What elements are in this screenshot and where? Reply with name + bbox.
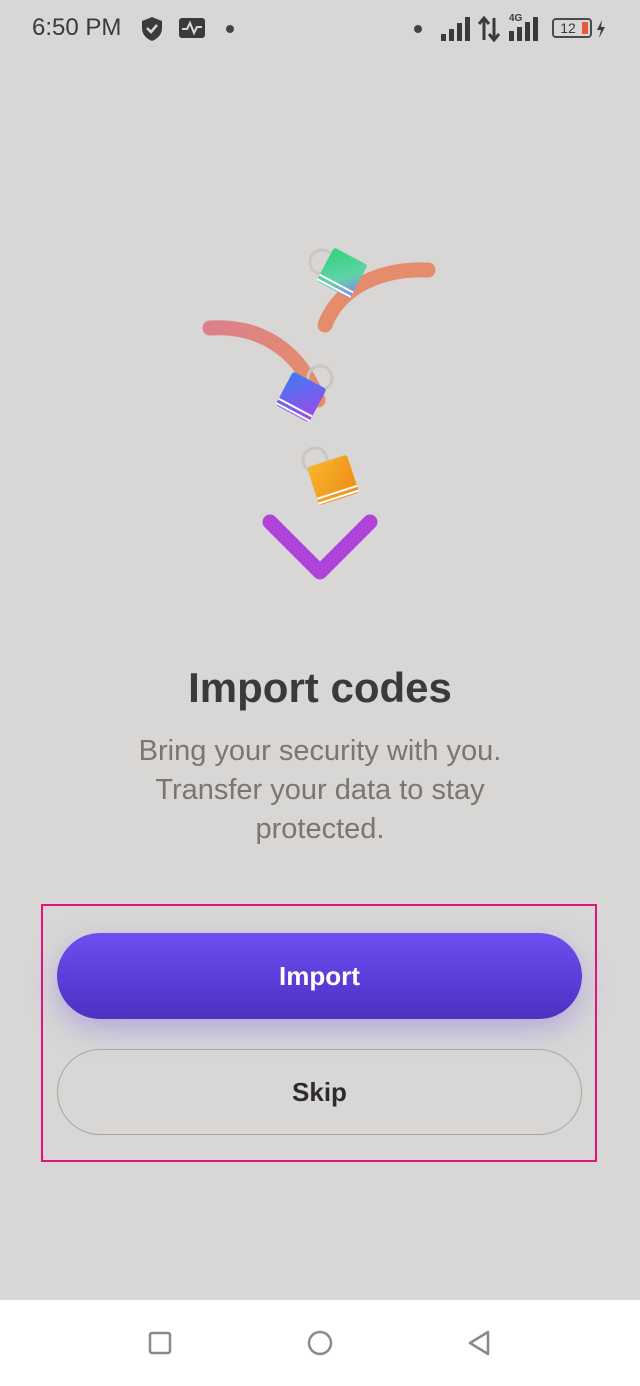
home-icon[interactable] bbox=[305, 1328, 335, 1358]
shield-icon bbox=[142, 17, 162, 41]
import-button[interactable]: Import bbox=[57, 933, 582, 1019]
recent-apps-icon[interactable] bbox=[145, 1328, 175, 1358]
import-illustration bbox=[202, 222, 436, 580]
activity-monitor-icon bbox=[179, 18, 205, 38]
page-subtitle: Bring your security with you. Transfer y… bbox=[138, 735, 502, 845]
skip-button[interactable]: Skip bbox=[57, 1049, 582, 1135]
battery-icon: 12 bbox=[552, 18, 592, 38]
notification-dot bbox=[226, 25, 234, 33]
notification-dot bbox=[414, 25, 422, 33]
system-nav-bar bbox=[0, 1300, 640, 1386]
charging-icon bbox=[597, 20, 605, 38]
page-title: Import codes bbox=[188, 664, 452, 711]
back-icon[interactable] bbox=[465, 1328, 495, 1358]
status-bar: 6:50 PM 4G 12 bbox=[0, 0, 640, 58]
battery-level: 12 bbox=[560, 20, 576, 36]
signal-4g-icon bbox=[509, 17, 538, 41]
data-transfer-icon bbox=[478, 16, 500, 42]
signal-icon bbox=[441, 17, 470, 41]
status-time: 6:50 PM bbox=[32, 14, 122, 41]
